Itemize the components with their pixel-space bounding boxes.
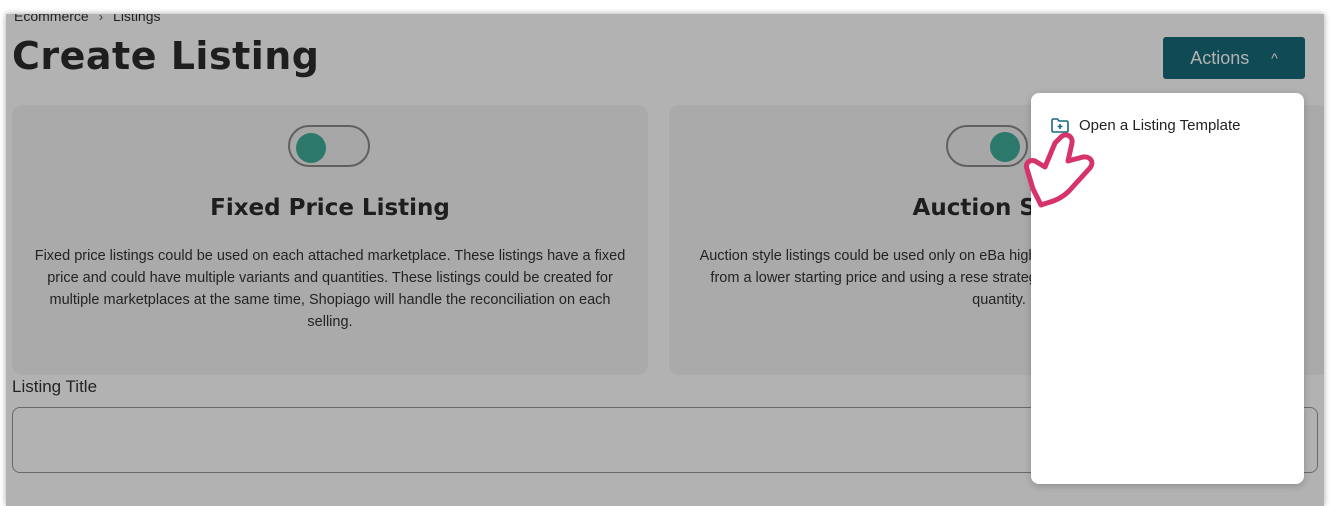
app-frame: Ecommerce › Listings Create Listing Acti…: [6, 14, 1324, 506]
page-title: Create Listing: [12, 34, 320, 78]
fixed-price-description: Fixed price listings could be used on ea…: [34, 248, 626, 330]
actions-button[interactable]: Actions ^: [1163, 37, 1305, 79]
toggle-knob: [296, 133, 326, 163]
listing-title-label: Listing Title: [12, 377, 98, 396]
breadcrumb-ecommerce[interactable]: Ecommerce: [14, 14, 89, 24]
pointer-cursor-icon: [1024, 132, 1095, 208]
auction-style-toggle[interactable]: [946, 125, 1028, 167]
breadcrumb-separator: ›: [98, 14, 104, 24]
chevron-up-icon: ^: [1271, 50, 1278, 66]
breadcrumb: Ecommerce › Listings: [14, 14, 161, 24]
fixed-price-toggle[interactable]: [288, 125, 370, 167]
fixed-price-card[interactable]: Fixed Price Listing Fixed price listings…: [12, 105, 648, 375]
toggle-knob: [990, 132, 1020, 162]
menu-item-label: Open a Listing Template: [1079, 117, 1241, 134]
breadcrumb-listings[interactable]: Listings: [113, 14, 160, 24]
actions-label: Actions: [1190, 47, 1250, 68]
fixed-price-title: Fixed Price Listing: [210, 195, 450, 221]
